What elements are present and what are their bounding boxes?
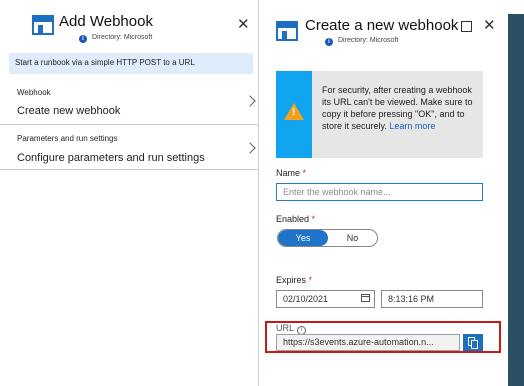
info-icon: i [79, 35, 87, 43]
name-label: Name * [276, 168, 306, 178]
required-marker: * [308, 275, 313, 285]
warning-icon-mark: ! [292, 107, 296, 118]
name-label-text: Name [276, 168, 301, 178]
parameters-row-label: Parameters and run settings [17, 134, 118, 143]
directory-text: Directory: Microsoft [338, 37, 399, 44]
warning-text: For security, after creating a webhook i… [322, 84, 480, 132]
security-warning: ! For security, after creating a webhook… [276, 71, 483, 158]
warning-strip: ! [276, 71, 312, 158]
enabled-yes-option[interactable]: Yes [278, 230, 328, 246]
webhook-url-value: https://s3events.azure-automation.n... [283, 337, 434, 347]
add-webhook-blade: Add Webhook i Directory: Microsoft ✕ Star… [0, 0, 258, 386]
enabled-no-option[interactable]: No [328, 230, 377, 246]
automation-blade-icon [32, 15, 54, 35]
maximize-icon[interactable] [461, 21, 472, 32]
automation-blade-icon [276, 21, 298, 41]
directory-label: i Directory: Microsoft [79, 34, 152, 43]
copy-icon[interactable] [463, 334, 483, 351]
directory-label: i Directory: Microsoft [325, 37, 398, 46]
close-icon[interactable]: ✕ [483, 18, 496, 33]
expires-date-value: 02/10/2021 [283, 294, 329, 304]
description-banner: Start a runbook via a simple HTTP POST t… [9, 53, 253, 74]
expires-label: Expires * [276, 275, 312, 285]
enabled-label-text: Enabled [276, 214, 310, 224]
webhook-url-field[interactable]: https://s3events.azure-automation.n... [276, 334, 460, 351]
webhook-name-input[interactable] [276, 183, 483, 201]
blade-title: Add Webhook [59, 13, 153, 30]
webhook-row-label: Webhook [17, 88, 51, 97]
chevron-right-icon [244, 95, 256, 107]
info-icon: i [325, 38, 333, 46]
enabled-label: Enabled * [276, 214, 315, 224]
close-icon[interactable]: ✕ [237, 17, 250, 32]
webhook-row-value: Create new webhook [17, 105, 121, 117]
required-marker: * [302, 168, 307, 178]
blade-title: Create a new webhook [305, 17, 459, 34]
required-marker: * [311, 214, 316, 224]
parameters-row-value: Configure parameters and run settings [17, 152, 205, 164]
scrollbar[interactable] [508, 14, 524, 386]
learn-more-link[interactable]: Learn more [389, 121, 435, 131]
chevron-right-icon [244, 142, 256, 154]
expires-time-value: 8:13:16 PM [388, 294, 435, 304]
parameters-row[interactable]: Parameters and run settings Configure pa… [0, 125, 258, 170]
expires-time-field[interactable]: 8:13:16 PM [381, 290, 483, 308]
banner-text: Start a runbook via a simple HTTP POST t… [15, 58, 195, 67]
enabled-toggle[interactable]: Yes No [277, 229, 378, 247]
expires-label-text: Expires [276, 275, 307, 285]
webhook-row[interactable]: Webhook Create new webhook [0, 80, 258, 125]
calendar-icon[interactable] [361, 294, 370, 302]
url-label-text: URL [276, 323, 295, 333]
directory-text: Directory: Microsoft [92, 34, 153, 41]
